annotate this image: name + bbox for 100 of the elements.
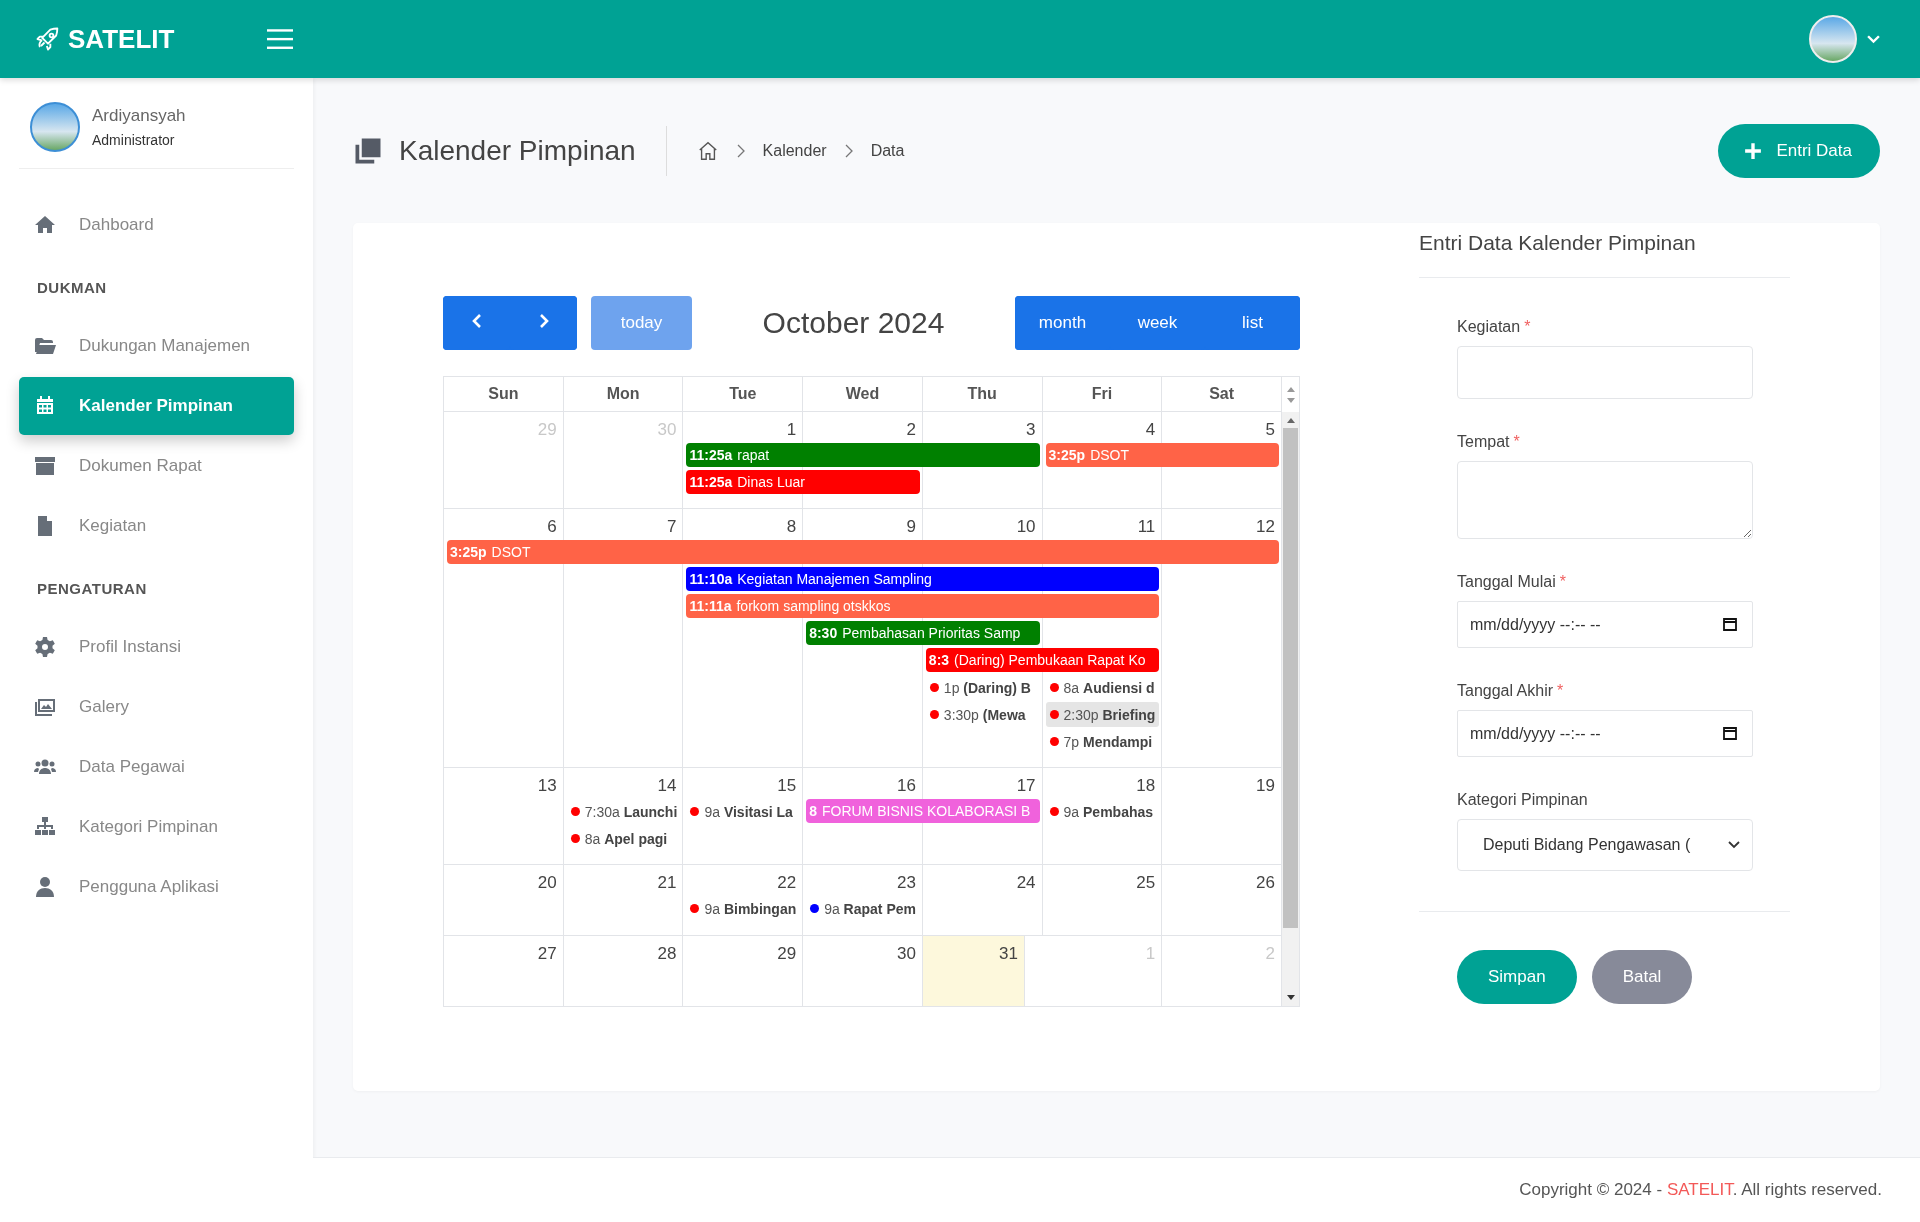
calendar-icon[interactable] (1723, 726, 1737, 740)
sidebar-item[interactable]: Galery (19, 678, 294, 736)
sidebar-item[interactable]: Dahboard (19, 196, 294, 254)
scrollbar[interactable] (1282, 412, 1299, 1006)
sidebar-label: Pengguna Aplikasi (79, 877, 219, 897)
input-field[interactable] (1457, 346, 1753, 399)
calendar-title: October 2024 (762, 306, 945, 340)
sidebar-item[interactable]: Dokumen Rapat (19, 437, 294, 495)
day-number[interactable]: 3 (1026, 412, 1042, 440)
calendar-event[interactable]: 3:30p (Mewa (925, 702, 1040, 727)
day-number[interactable]: 11 (1137, 509, 1162, 537)
day-number[interactable]: 7 (666, 509, 683, 537)
scroll-down-icon[interactable] (1285, 994, 1296, 1002)
day-number[interactable]: 30 (896, 936, 922, 964)
day-number[interactable]: 17 (1016, 768, 1042, 796)
date-time-field[interactable]: mm/dd/yyyy --:-- -- (1457, 710, 1753, 757)
day-number[interactable]: 18 (1136, 768, 1162, 796)
archive-icon (33, 454, 57, 478)
weekday-header: Sat (1162, 377, 1282, 411)
day-number[interactable]: 1 (786, 412, 803, 440)
sidebar-item[interactable]: Kategori Pimpinan (19, 798, 294, 856)
event-label: 9a Visitasi La (704, 803, 793, 820)
weekday-header: Fri (1042, 377, 1163, 411)
required-mark: * (1524, 318, 1531, 336)
day-number[interactable]: 2 (906, 412, 922, 440)
plus-icon (1744, 141, 1763, 160)
day-number[interactable]: 14 (657, 768, 683, 796)
breadcrumb-link[interactable]: Data (870, 141, 905, 160)
day-number[interactable]: 4 (1145, 412, 1162, 440)
scroll-up-icon[interactable] (1285, 416, 1296, 424)
calendar-event[interactable]: 9a Visitasi La (686, 799, 801, 824)
weekday-header: Tue (683, 377, 804, 411)
field-label: Kategori Pimpinan (1457, 791, 1588, 809)
calendar-event[interactable]: 9a Bimbingan (686, 896, 801, 921)
copyright-text: Copyright © 2024 - SATELIT. All rights reserved. (1519, 1180, 1882, 1200)
sidebar-item[interactable]: Data Pegawai (19, 738, 294, 796)
weekday-header: Sun (444, 377, 564, 411)
day-number[interactable]: 6 (547, 509, 563, 537)
calendar-event[interactable]: 8:3 (Daring) Pembukaan Rapat Ko (925, 648, 1160, 672)
calendar-event[interactable]: 11:25a rapat (686, 443, 1040, 467)
sidebar-item[interactable]: Pengguna Aplikasi (19, 858, 294, 916)
day-number[interactable]: 13 (537, 768, 563, 796)
day-number[interactable]: 9 (906, 509, 922, 537)
event-label: 2:30p Briefing (1063, 706, 1156, 723)
required-mark: * (1559, 573, 1566, 591)
breadcrumb-link[interactable]: Kalender (762, 141, 827, 160)
field-label: Tempat (1457, 433, 1510, 451)
sidebar-label: Kalender Pimpinan (79, 396, 233, 416)
date-time-field[interactable]: mm/dd/yyyy --:-- -- (1457, 601, 1753, 648)
weekday-header: Mon (563, 377, 684, 411)
home-icon[interactable] (696, 139, 719, 162)
sidebar-item[interactable]: Dukungan Manajemen (19, 317, 294, 375)
sidebar-label: Profil Instansi (79, 637, 182, 657)
day-number[interactable]: 12 (1256, 509, 1281, 537)
form-title: Entri Data Kalender Pimpinan (1419, 223, 1790, 278)
field-label: Tanggal Mulai (1457, 573, 1556, 591)
calendar-event[interactable]: 11:25a Dinas Luar (686, 470, 920, 494)
day-number[interactable]: 27 (537, 936, 563, 964)
day-number[interactable]: 19 (1256, 768, 1281, 796)
day-number[interactable]: 29 (777, 936, 803, 964)
page-title: Kalender Pimpinan (399, 134, 636, 167)
day-number[interactable]: 21 (657, 865, 683, 893)
calendar-event[interactable]: 9a Rapat Pem (806, 896, 920, 921)
gear-icon (33, 635, 57, 659)
day-number[interactable]: 16 (896, 768, 922, 796)
day-number[interactable]: 20 (537, 865, 563, 893)
user-role: Administrator (92, 132, 176, 148)
day-number[interactable]: 26 (1256, 865, 1281, 893)
sidebar-item[interactable]: Profil Instansi (19, 618, 294, 676)
section-heading: DUKMAN (36, 278, 108, 298)
calendar-event[interactable]: 7:30a Launchi (566, 799, 681, 824)
day-number[interactable]: 10 (1016, 509, 1042, 537)
calendar-event[interactable]: 1p (Daring) B (925, 675, 1040, 700)
sidebar-label: Dukungan Manajemen (79, 336, 251, 356)
chevron-left-icon (471, 312, 482, 329)
event-label: 8a Apel pagi (584, 830, 668, 847)
calendar-event[interactable]: 9a Pembahas (1045, 799, 1160, 824)
calendar-event[interactable]: 8:30 Pembahasan Prioritas Samp (806, 621, 1040, 645)
day-number[interactable]: 24 (1016, 865, 1042, 893)
day-number[interactable]: 8 (786, 509, 803, 537)
calendar-icon[interactable] (1723, 617, 1737, 631)
day-number[interactable]: 25 (1136, 865, 1162, 893)
day-number[interactable]: 31 (998, 936, 1024, 964)
day-number[interactable]: 15 (777, 768, 803, 796)
chevron-right-icon (844, 143, 853, 158)
day-number[interactable]: 28 (657, 936, 683, 964)
calendar-event[interactable]: 11:10a Kegiatan Manajemen Sampling (686, 567, 1160, 591)
chevron-down-icon[interactable] (1867, 34, 1880, 44)
day-number[interactable]: 23 (896, 865, 922, 893)
day-number[interactable]: 5 (1265, 412, 1281, 440)
calendar-event[interactable]: 7p Mendampi (1045, 729, 1160, 754)
calendar-event[interactable]: 8a Apel pagi (566, 826, 681, 851)
user-icon (33, 875, 57, 899)
calendar-event[interactable]: 2:30p Briefing (1045, 702, 1160, 727)
menu-icon[interactable] (267, 28, 293, 50)
calendar-event[interactable]: 8a Audiensi d (1045, 675, 1160, 700)
avatar[interactable] (1809, 15, 1857, 63)
sidebar-item[interactable]: Kegiatan (19, 497, 294, 555)
day-number[interactable]: 22 (777, 865, 803, 893)
select-field[interactable]: Deputi Bidang Pengawasan ( (1457, 819, 1753, 871)
